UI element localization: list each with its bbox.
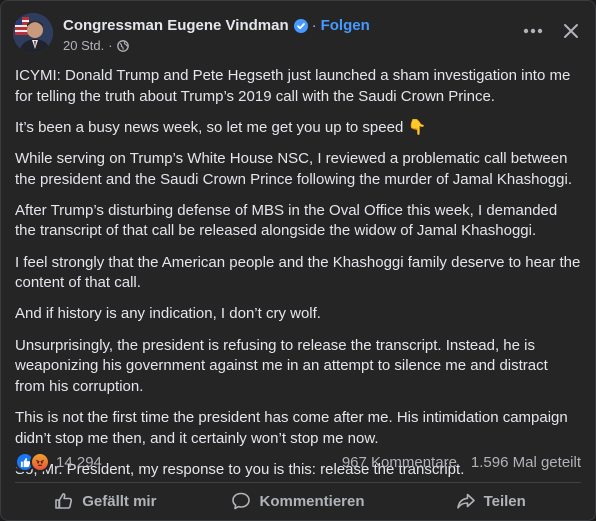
post-card: Congressman Eugene Vindman · Folgen 20 S… xyxy=(0,0,596,521)
follow-button[interactable]: Folgen xyxy=(321,16,370,36)
engagement-counts: 967 Kommentare 1.596 Mal geteilt xyxy=(342,454,581,471)
author-name[interactable]: Congressman Eugene Vindman xyxy=(63,16,289,36)
verified-badge-icon xyxy=(293,19,308,33)
post-paragraph: And if history is any indication, I don’… xyxy=(15,305,321,323)
post-paragraph: Unsurprisingly, the president is refusin… xyxy=(15,336,548,395)
post-stats: 14.294 967 Kommentare 1.596 Mal geteilt xyxy=(15,451,581,473)
more-dots-icon[interactable] xyxy=(521,19,545,43)
post-paragraph: This is not the first time the president… xyxy=(15,409,568,447)
post-paragraph: I feel strongly that the American people… xyxy=(15,253,581,292)
comment-button[interactable]: Kommentieren xyxy=(202,485,395,517)
comment-icon xyxy=(231,491,251,511)
post-header: Congressman Eugene Vindman · Folgen 20 S… xyxy=(13,13,583,57)
header-actions xyxy=(521,19,583,43)
author-info: Congressman Eugene Vindman · Folgen 20 S… xyxy=(63,16,370,55)
meta-separator-dot: · xyxy=(108,38,113,53)
post-paragraph: It’s been a busy news week, so let me ge… xyxy=(15,118,427,136)
author-avatar[interactable] xyxy=(13,13,53,53)
post-timestamp[interactable]: 20 Std. xyxy=(63,37,104,55)
close-icon[interactable] xyxy=(559,19,583,43)
share-count[interactable]: 1.596 Mal geteilt xyxy=(471,454,581,471)
share-arrow-icon xyxy=(456,491,476,511)
post-paragraph: After Trump’s disturbing defense of MBS … xyxy=(15,201,558,240)
post-text: ICYMI: Donald Trump and Pete Hegseth jus… xyxy=(15,66,581,491)
thumbs-up-icon xyxy=(54,491,74,511)
angry-reaction-icon xyxy=(30,452,50,472)
reactions-summary[interactable]: 14.294 xyxy=(15,452,102,472)
share-button[interactable]: Teilen xyxy=(394,485,587,517)
share-label: Teilen xyxy=(483,492,526,510)
author-row: Congressman Eugene Vindman · Folgen xyxy=(63,16,370,36)
reaction-count: 14.294 xyxy=(56,453,102,471)
actions-divider xyxy=(15,482,581,483)
globe-icon[interactable] xyxy=(116,40,129,52)
separator-dot: · xyxy=(311,17,317,34)
like-button[interactable]: Gefällt mir xyxy=(9,485,202,517)
post-paragraph: While serving on Trump’s White House NSC… xyxy=(15,150,572,188)
like-label: Gefällt mir xyxy=(82,492,157,510)
post-actions: Gefällt mir Kommentieren Teilen xyxy=(9,485,587,517)
post-paragraph: ICYMI: Donald Trump and Pete Hegseth jus… xyxy=(15,67,571,105)
comment-count[interactable]: 967 Kommentare xyxy=(342,454,457,471)
post-meta: 20 Std. · xyxy=(63,37,370,55)
comment-label: Kommentieren xyxy=(259,492,365,510)
